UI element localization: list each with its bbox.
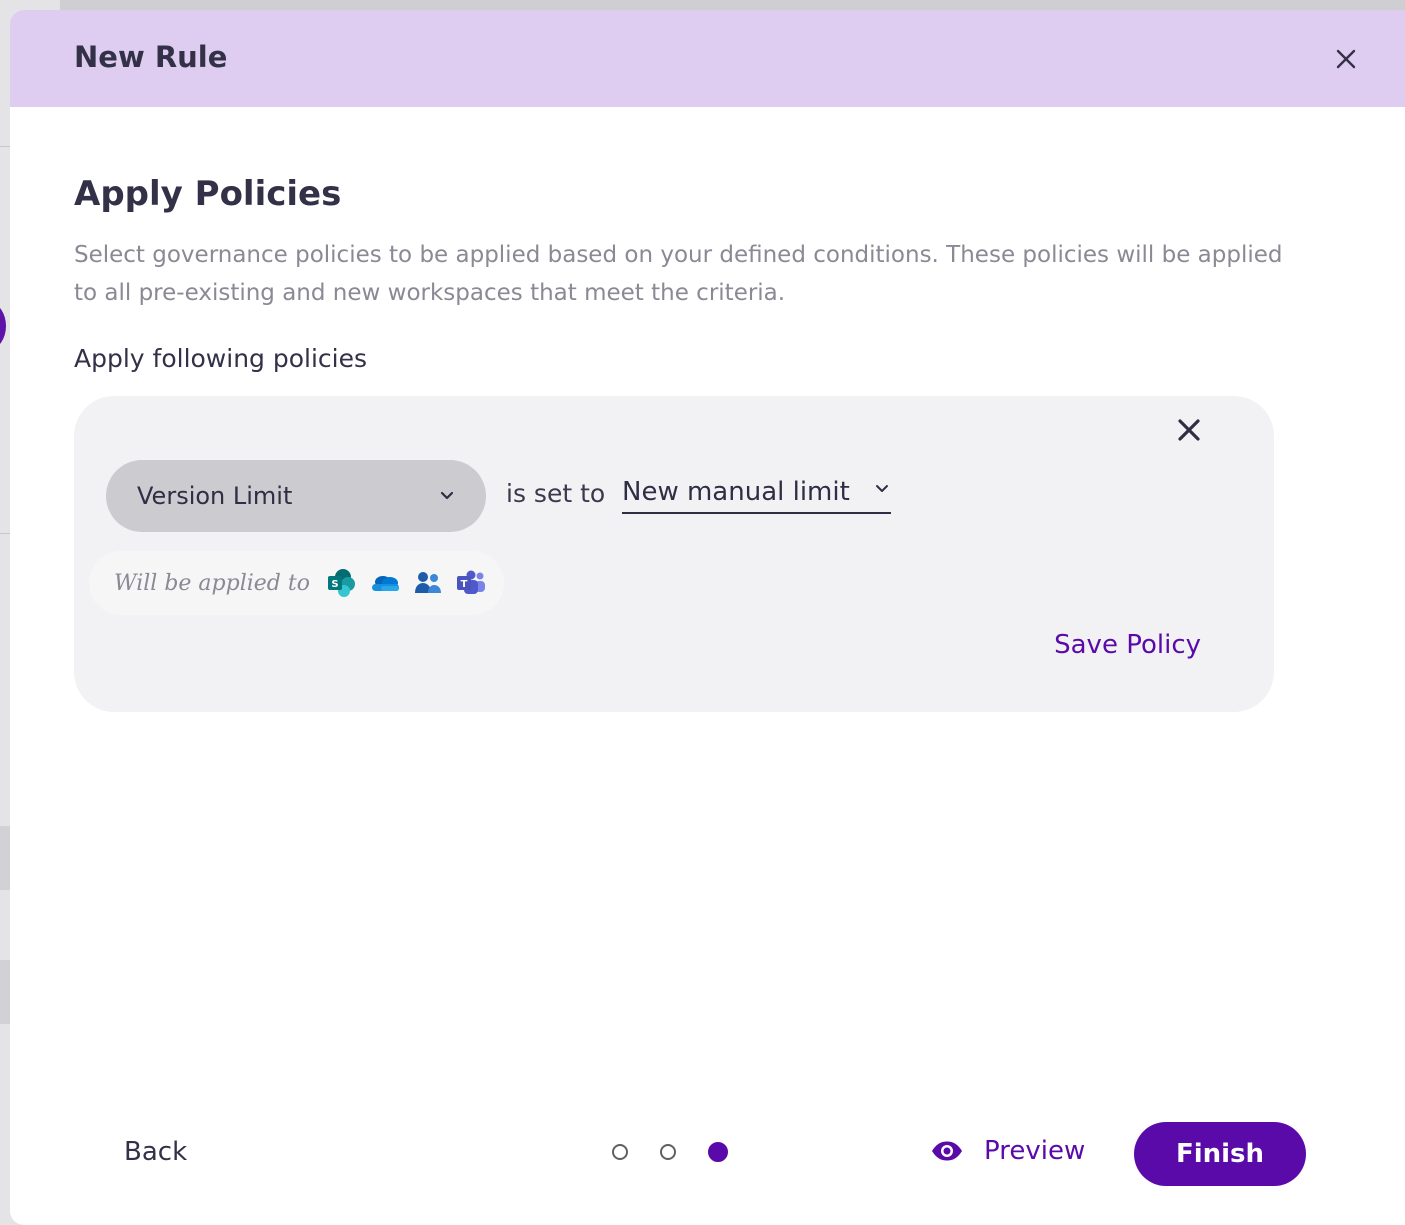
section-title: Apply Policies — [74, 174, 342, 214]
policy-value-label: New manual limit — [622, 477, 850, 507]
new-rule-modal: New Rule Apply Policies Select governanc… — [10, 10, 1405, 1225]
policies-sub-label: Apply following policies — [74, 344, 368, 373]
close-icon — [1178, 419, 1200, 441]
finish-button[interactable]: Finish — [1134, 1122, 1306, 1186]
save-policy-button[interactable]: Save Policy — [1054, 630, 1201, 660]
step-indicator — [612, 1142, 760, 1162]
back-button[interactable]: Back — [124, 1137, 187, 1167]
step-dot-1 — [612, 1144, 628, 1160]
preview-label: Preview — [984, 1136, 1086, 1166]
eye-icon — [932, 1141, 962, 1161]
applied-to-pill: Will be applied to S T — [89, 551, 504, 615]
close-modal-button[interactable] — [1329, 42, 1363, 76]
teams-icon: T — [456, 570, 485, 594]
chevron-down-icon — [876, 485, 888, 492]
step-dot-3 — [708, 1142, 728, 1162]
groups-icon — [414, 572, 441, 593]
onedrive-icon — [371, 576, 399, 591]
background-step-indicator — [0, 303, 6, 349]
modal-title: New Rule — [74, 40, 228, 74]
remove-policy-button[interactable] — [1171, 412, 1207, 448]
policy-type-label: Version Limit — [137, 482, 293, 510]
sharepoint-icon: S — [327, 569, 355, 597]
policy-value-select[interactable]: New manual limit — [622, 474, 891, 514]
svg-text:S: S — [331, 579, 338, 590]
policy-card: Version Limit is set to New manual limit… — [74, 396, 1274, 712]
policy-type-select[interactable]: Version Limit — [106, 460, 486, 532]
step-dot-2 — [660, 1144, 676, 1160]
close-icon — [1336, 49, 1356, 69]
chevron-down-icon — [440, 491, 454, 500]
preview-button[interactable]: Preview — [930, 1136, 1085, 1166]
section-description: Select governance policies to be applied… — [74, 242, 1283, 306]
applied-to-label: Will be applied to — [114, 570, 310, 596]
svg-text:T: T — [461, 579, 468, 590]
connector-text: is set to — [506, 479, 606, 508]
modal-header: New Rule — [10, 10, 1405, 107]
